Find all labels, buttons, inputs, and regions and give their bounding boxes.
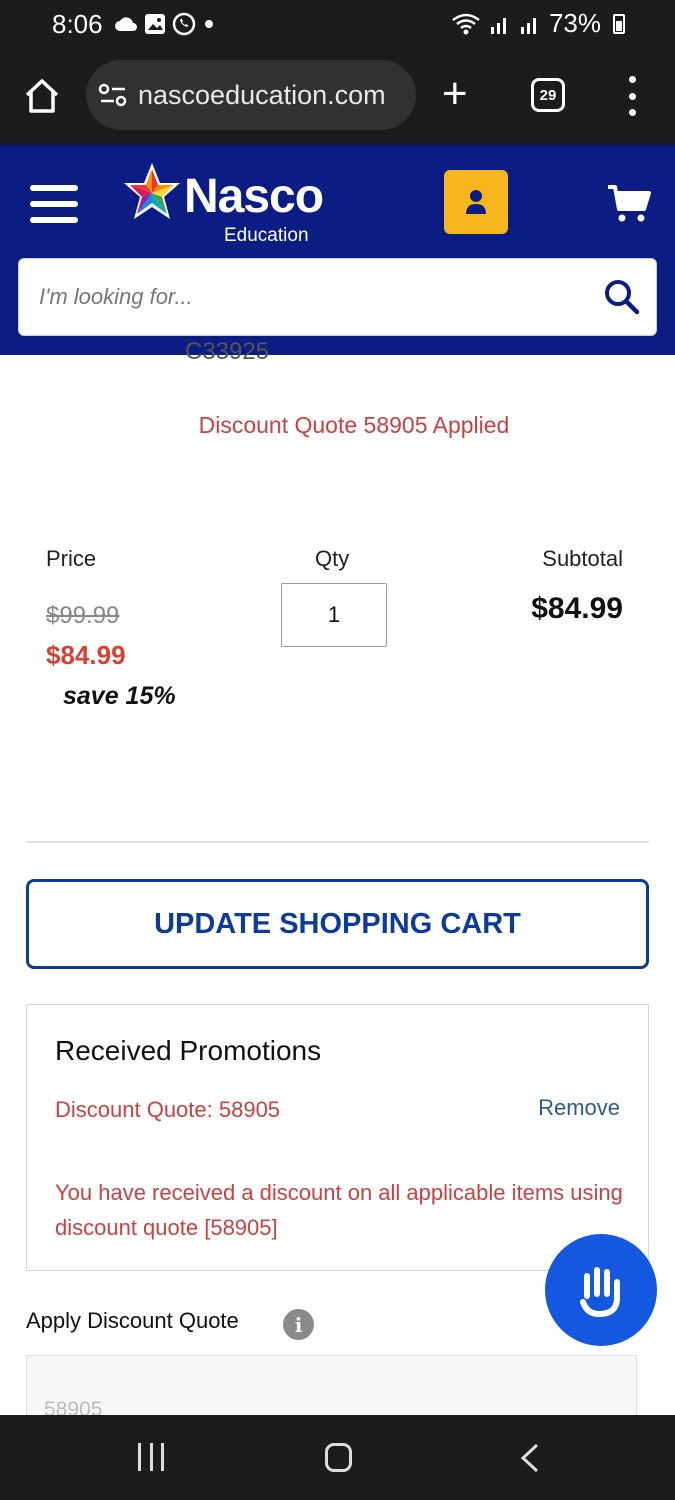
url-text: nascoeducation.com [138, 79, 386, 110]
search-icon[interactable] [604, 279, 640, 315]
received-promotions-panel: Received Promotions Discount Quote: 5890… [26, 1004, 649, 1271]
browser-toolbar: nascoeducation.com + 29 [0, 50, 675, 145]
browser-menu-button[interactable] [622, 76, 642, 116]
logo-subtitle: Education [224, 225, 309, 246]
wifi-icon [452, 13, 480, 34]
sale-price: $84.99 [46, 640, 126, 670]
battery-percent: 73% [548, 8, 601, 38]
subtotal-label: Subtotal [542, 546, 623, 571]
system-status: 73% [451, 8, 625, 39]
divider [26, 841, 649, 843]
quantity-input[interactable] [281, 583, 387, 647]
home-icon[interactable] [22, 76, 62, 116]
search-input[interactable] [39, 259, 599, 335]
new-tab-button[interactable]: + [442, 72, 468, 116]
home-button[interactable] [325, 1443, 352, 1472]
signal-icon-2 [520, 17, 536, 34]
discount-applied-notice: Discount Quote 58905 Applied [198, 412, 510, 438]
savings-text: save 15% [63, 682, 176, 710]
menu-icon[interactable] [30, 185, 78, 223]
product-sku: C33925 [185, 338, 270, 365]
account-button[interactable] [444, 170, 508, 234]
update-cart-button[interactable]: UPDATE SHOPPING CART [26, 879, 649, 969]
battery-icon [613, 13, 625, 34]
nasco-logo[interactable]: Nasco Education [122, 159, 342, 246]
hand-icon [580, 1267, 620, 1318]
gallery-icon [145, 14, 165, 34]
whatsapp-icon [172, 12, 196, 36]
cloud-icon [115, 17, 137, 31]
promotion-code: Discount Quote: 58905 [55, 1097, 281, 1122]
info-icon[interactable]: i [283, 1309, 314, 1340]
remove-promotion-link[interactable]: Remove [538, 1095, 620, 1121]
status-time: 8:06 [52, 9, 103, 39]
status-bar: 8:06 73% [0, 0, 675, 50]
back-icon[interactable] [519, 1443, 541, 1473]
dot-icon [205, 20, 213, 28]
system-nav-bar [0, 1415, 675, 1500]
user-icon [466, 190, 486, 214]
search-box [18, 258, 657, 336]
signal-icon [490, 17, 506, 34]
original-price: $99.99 [46, 602, 120, 629]
site-settings-icon[interactable] [98, 82, 128, 108]
qty-label: Qty [315, 546, 350, 571]
tab-switcher-button[interactable]: 29 [531, 78, 565, 112]
cart-icon[interactable] [606, 183, 652, 223]
logo-name: Nasco [184, 170, 324, 223]
site-header: Nasco Education [0, 145, 675, 355]
accessibility-widget-button[interactable] [545, 1234, 657, 1346]
address-bar[interactable]: nascoeducation.com [86, 60, 416, 130]
price-label: Price [46, 546, 97, 571]
subtotal-value: $84.99 [531, 592, 623, 625]
star-logo-icon [124, 163, 180, 219]
recent-apps-button[interactable] [138, 1443, 164, 1471]
promotions-title: Received Promotions [55, 1035, 322, 1066]
promotion-message: You have received a discount on all appl… [55, 1180, 623, 1240]
notification-icons [114, 12, 216, 36]
apply-discount-label: Apply Discount Quote [26, 1308, 239, 1333]
